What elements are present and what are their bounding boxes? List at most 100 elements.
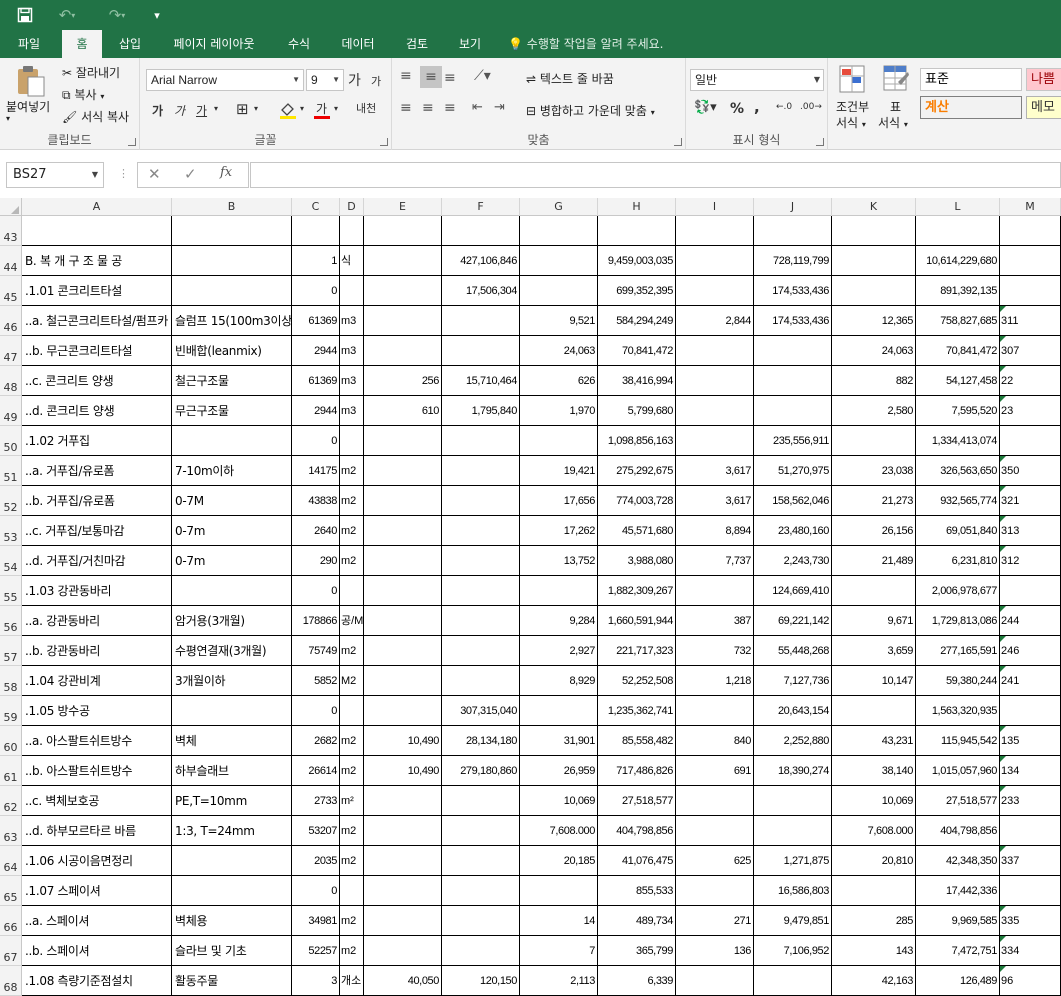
cell-i59[interactable] [676, 696, 754, 726]
cell-b52[interactable]: 0-7M [172, 486, 292, 516]
cell-i56[interactable]: 387 [676, 606, 754, 636]
comma-button[interactable]: , [754, 98, 760, 116]
cell-h61[interactable]: 717,486,826 [598, 756, 676, 786]
cell-j61[interactable]: 18,390,274 [754, 756, 832, 786]
cell-e67[interactable] [364, 936, 442, 966]
cell-h59[interactable]: 1,235,362,741 [598, 696, 676, 726]
cell-k50[interactable] [832, 426, 916, 456]
conditional-format-label-1[interactable]: 조건부 [836, 98, 869, 115]
cell-f67[interactable] [442, 936, 520, 966]
cell-c61[interactable]: 26614 [292, 756, 340, 786]
cell-g60[interactable]: 31,901 [520, 726, 598, 756]
cell-k59[interactable] [832, 696, 916, 726]
cell-m56[interactable]: 244 [1000, 606, 1061, 636]
cell-l43[interactable] [916, 216, 1000, 246]
cell-f46[interactable] [442, 306, 520, 336]
column-header-k[interactable]: K [832, 198, 916, 216]
row-header[interactable]: 52 [0, 486, 22, 516]
table-format-label-1[interactable]: 표 [890, 98, 901, 115]
cell-b45[interactable] [172, 276, 292, 306]
cell-g56[interactable]: 9,284 [520, 606, 598, 636]
row-header[interactable]: 46 [0, 306, 22, 336]
cell-j66[interactable]: 9,479,851 [754, 906, 832, 936]
cell-k66[interactable]: 285 [832, 906, 916, 936]
cell-j65[interactable]: 16,586,803 [754, 876, 832, 906]
cell-l52[interactable]: 932,565,774 [916, 486, 1000, 516]
paste-button[interactable]: 붙여넣기 [6, 98, 50, 115]
cell-d46[interactable]: m3 [340, 306, 364, 336]
row-header[interactable]: 44 [0, 246, 22, 276]
cell-e50[interactable] [364, 426, 442, 456]
customize-quick-access-icon[interactable]: ▾ [142, 0, 172, 30]
column-header-i[interactable]: I [676, 198, 754, 216]
cell-l66[interactable]: 9,969,585 [916, 906, 1000, 936]
cell-g57[interactable]: 2,927 [520, 636, 598, 666]
cell-e46[interactable] [364, 306, 442, 336]
cell-e63[interactable] [364, 816, 442, 846]
cell-b62[interactable]: PE,T=10mm [172, 786, 292, 816]
cell-k64[interactable]: 20,810 [832, 846, 916, 876]
cell-l49[interactable]: 7,595,520 [916, 396, 1000, 426]
row-header[interactable]: 64 [0, 846, 22, 876]
cell-m57[interactable]: 246 [1000, 636, 1061, 666]
cell-m63[interactable] [1000, 816, 1061, 846]
cell-b54[interactable]: 0-7m [172, 546, 292, 576]
enter-icon[interactable]: ✓ [184, 165, 197, 183]
underline-button[interactable]: 가 [196, 102, 207, 119]
cell-m53[interactable]: 313 [1000, 516, 1061, 546]
cell-f57[interactable] [442, 636, 520, 666]
cell-l47[interactable]: 70,841,472 [916, 336, 1000, 366]
cell-b51[interactable]: 7-10m이하 [172, 456, 292, 486]
cell-c50[interactable]: 0 [292, 426, 340, 456]
cell-a48[interactable]: ..c. 콘크리트 양생 [22, 366, 172, 396]
format-painter-button[interactable]: 🖌 서식 복사 [62, 108, 129, 125]
row-header[interactable]: 50 [0, 426, 22, 456]
cell-e47[interactable] [364, 336, 442, 366]
cell-a49[interactable]: ..d. 콘크리트 양생 [22, 396, 172, 426]
cell-g68[interactable]: 2,113 [520, 966, 598, 996]
cell-d48[interactable]: m3 [340, 366, 364, 396]
column-header-e[interactable]: E [364, 198, 442, 216]
cell-f51[interactable] [442, 456, 520, 486]
cell-c57[interactable]: 75749 [292, 636, 340, 666]
cell-b68[interactable]: 활동주물 [172, 966, 292, 996]
row-header[interactable]: 66 [0, 906, 22, 936]
cut-button[interactable]: ✂ 잘라내기 [62, 64, 120, 81]
cell-h44[interactable]: 9,459,003,035 [598, 246, 676, 276]
cell-a50[interactable]: .1.02 거푸집 [22, 426, 172, 456]
cell-j64[interactable]: 1,271,875 [754, 846, 832, 876]
cell-a53[interactable]: ..c. 거푸집/보통마감 [22, 516, 172, 546]
column-header-j[interactable]: J [754, 198, 832, 216]
conditional-format-label-2[interactable]: 서식 ▾ [836, 114, 866, 131]
cell-c64[interactable]: 2035 [292, 846, 340, 876]
cell-l61[interactable]: 1,015,057,960 [916, 756, 1000, 786]
cell-i52[interactable]: 3,617 [676, 486, 754, 516]
cell-j60[interactable]: 2,252,880 [754, 726, 832, 756]
cell-g63[interactable]: 7,608.000 [520, 816, 598, 846]
cell-f60[interactable]: 28,134,180 [442, 726, 520, 756]
column-header-f[interactable]: F [442, 198, 520, 216]
cell-a52[interactable]: ..b. 거푸집/유로폼 [22, 486, 172, 516]
cell-k56[interactable]: 9,671 [832, 606, 916, 636]
cell-i55[interactable] [676, 576, 754, 606]
cell-c45[interactable]: 0 [292, 276, 340, 306]
cell-h45[interactable]: 699,352,395 [598, 276, 676, 306]
cell-b64[interactable] [172, 846, 292, 876]
currency-icon[interactable]: 💱▾ [694, 100, 717, 115]
cell-l59[interactable]: 1,563,320,935 [916, 696, 1000, 726]
cell-c56[interactable]: 178866 [292, 606, 340, 636]
cell-i49[interactable] [676, 396, 754, 426]
cell-e56[interactable] [364, 606, 442, 636]
paste-icon[interactable] [14, 64, 48, 101]
cell-d55[interactable] [340, 576, 364, 606]
cell-c68[interactable]: 3 [292, 966, 340, 996]
cell-a64[interactable]: .1.06 시공이음면정리 [22, 846, 172, 876]
cell-m62[interactable]: 233 [1000, 786, 1061, 816]
cell-d53[interactable]: m2 [340, 516, 364, 546]
font-color-icon[interactable]: 가 [312, 100, 332, 123]
cell-a44[interactable]: B. 복 개 구 조 물 공 [22, 246, 172, 276]
cell-a46[interactable]: ..a. 철근콘크리트타설/펌프카 [22, 306, 172, 336]
cell-m61[interactable]: 134 [1000, 756, 1061, 786]
cell-b48[interactable]: 철근구조물 [172, 366, 292, 396]
align-middle-icon[interactable]: ≡ [420, 66, 442, 88]
